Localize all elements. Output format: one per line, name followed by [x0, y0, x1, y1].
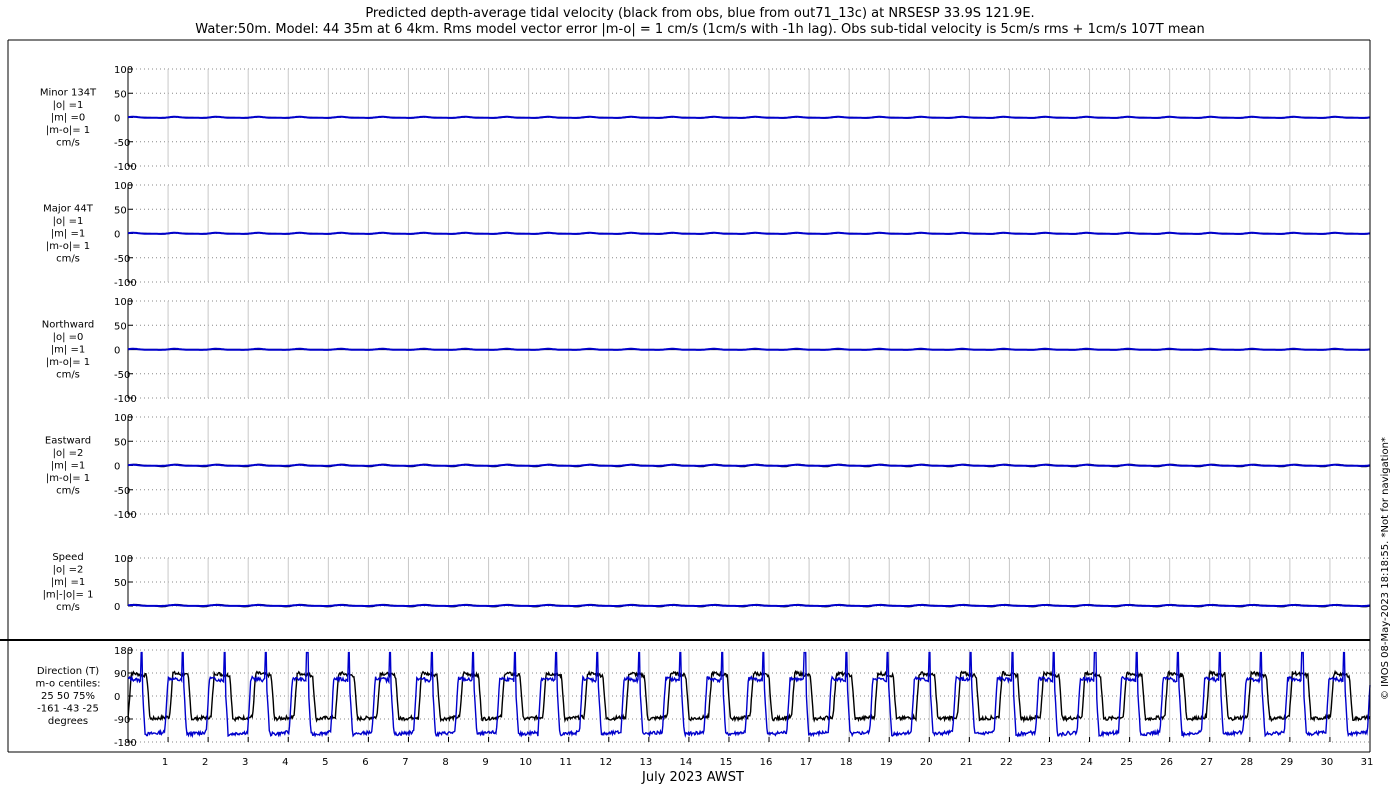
y-tick-label-eastward: -50 [114, 486, 130, 497]
panel-label-major-0: Major 44T [43, 204, 94, 215]
panel-label-northward-2: |m| =1 [51, 345, 85, 356]
x-tick-label: 26 [1160, 757, 1173, 768]
x-tick-label: 16 [760, 757, 773, 768]
y-tick-label-northward: -100 [114, 394, 137, 405]
y-tick-label-major: -50 [114, 254, 130, 265]
series-line-minor-model [127, 115, 1371, 119]
x-tick-label: 11 [559, 757, 572, 768]
y-tick-label-speed: 0 [114, 602, 120, 613]
y-tick-label-direction: -180 [114, 738, 137, 749]
panel-label-eastward-3: |m-o|= 1 [46, 473, 90, 484]
x-tick-label: 17 [800, 757, 813, 768]
y-tick-label-major: 0 [114, 230, 120, 241]
panel-label-major-2: |m| =1 [51, 229, 85, 240]
y-tick-label-direction: 90 [114, 669, 127, 680]
x-tick-label: 10 [519, 757, 532, 768]
tidal-velocity-chart: July 2023 AWST -100-50050100Minor 134T|o… [0, 39, 1374, 785]
x-tick-label: 13 [639, 757, 652, 768]
panel-label-eastward-4: cm/s [56, 486, 80, 497]
panel-label-speed-3: |m|-|o|= 1 [43, 590, 94, 601]
x-tick-label: 15 [720, 757, 733, 768]
panel-label-major-1: |o| =1 [53, 216, 84, 227]
panel-label-speed-4: cm/s [56, 602, 80, 613]
panel-label-northward-4: cm/s [56, 370, 80, 381]
panel-label-minor-0: Minor 134T [40, 88, 97, 99]
x-tick-label: 14 [680, 757, 693, 768]
panel-label-direction-0: Direction (T) [37, 666, 99, 677]
x-tick-label: 20 [920, 757, 933, 768]
y-tick-label-direction: 0 [114, 692, 120, 703]
panel-label-direction-1: m-o centiles: [35, 679, 100, 690]
y-tick-label-northward: 100 [114, 297, 133, 308]
y-tick-label-northward: 0 [114, 346, 120, 357]
panel-label-direction-3: -161 -43 -25 [37, 704, 99, 715]
y-tick-label-major: -100 [114, 278, 137, 289]
x-tick-label: 31 [1361, 757, 1374, 768]
x-tick-label: 22 [1000, 757, 1013, 768]
panel-label-eastward-2: |m| =1 [51, 461, 85, 472]
panel-label-speed-2: |m| =1 [51, 577, 85, 588]
panel-label-major-4: cm/s [56, 254, 80, 265]
x-tick-label: 27 [1200, 757, 1213, 768]
x-tick-label: 24 [1080, 757, 1093, 768]
panel-label-minor-2: |m| =0 [51, 113, 85, 124]
x-tick-label: 29 [1281, 757, 1294, 768]
y-tick-label-eastward: 100 [114, 413, 133, 424]
x-tick-label: 6 [362, 757, 368, 768]
y-tick-label-eastward: -100 [114, 510, 137, 521]
x-tick-label: 2 [202, 757, 208, 768]
x-tick-label: 19 [880, 757, 893, 768]
panel-label-minor-1: |o| =1 [53, 100, 84, 111]
series-line-northward-model [127, 347, 1371, 351]
x-tick-label: 18 [840, 757, 853, 768]
series-line-major-model [127, 231, 1371, 235]
panel-label-speed-0: Speed [52, 552, 83, 563]
x-tick-label: 21 [960, 757, 973, 768]
y-tick-label-minor: -50 [114, 138, 130, 149]
y-tick-label-eastward: 50 [114, 437, 127, 448]
x-tick-label: 25 [1120, 757, 1133, 768]
panel-label-eastward-0: Eastward [45, 436, 91, 447]
panel-label-major-3: |m-o|= 1 [46, 241, 90, 252]
x-tick-label: 9 [482, 757, 488, 768]
x-tick-label: 3 [242, 757, 248, 768]
x-tick-label: 23 [1040, 757, 1053, 768]
series-line-eastward-model [127, 463, 1371, 467]
y-tick-label-minor: 0 [114, 114, 120, 125]
panel-label-minor-4: cm/s [56, 138, 80, 149]
y-tick-label-northward: -50 [114, 370, 130, 381]
x-tick-label: 28 [1240, 757, 1253, 768]
y-tick-label-minor: -100 [114, 162, 137, 173]
panel-label-northward-1: |o| =0 [53, 332, 84, 343]
x-tick-label: 12 [599, 757, 612, 768]
x-tick-label: 1 [162, 757, 168, 768]
y-tick-label-minor: 100 [114, 65, 133, 76]
panel-label-minor-3: |m-o|= 1 [46, 125, 90, 136]
x-axis-label: July 2023 AWST [641, 770, 744, 785]
y-tick-label-minor: 50 [114, 89, 127, 100]
y-tick-label-direction: 180 [114, 646, 133, 657]
copyright-credit: © IMOS 08-May-2023 18:18:55. *Not for na… [1380, 437, 1391, 700]
y-tick-label-speed: 100 [114, 554, 133, 565]
panel-label-northward-3: |m-o|= 1 [46, 357, 90, 368]
panel-label-speed-1: |o| =2 [53, 565, 84, 576]
y-tick-label-major: 50 [114, 205, 127, 216]
x-tick-label: 5 [322, 757, 328, 768]
y-tick-label-eastward: 0 [114, 462, 120, 473]
panel-label-direction-2: 25 50 75% [41, 691, 95, 702]
y-tick-label-major: 100 [114, 181, 133, 192]
x-tick-label: 7 [402, 757, 408, 768]
x-tick-label: 30 [1321, 757, 1334, 768]
x-tick-label: 8 [442, 757, 448, 768]
panel-label-eastward-1: |o| =2 [53, 448, 84, 459]
panel-label-northward-0: Northward [42, 320, 95, 331]
y-tick-label-northward: 50 [114, 321, 127, 332]
x-tick-label: 4 [282, 757, 288, 768]
panel-label-direction-4: degrees [48, 716, 88, 727]
y-tick-label-speed: 50 [114, 578, 127, 589]
series-line-speed-model [127, 603, 1371, 608]
